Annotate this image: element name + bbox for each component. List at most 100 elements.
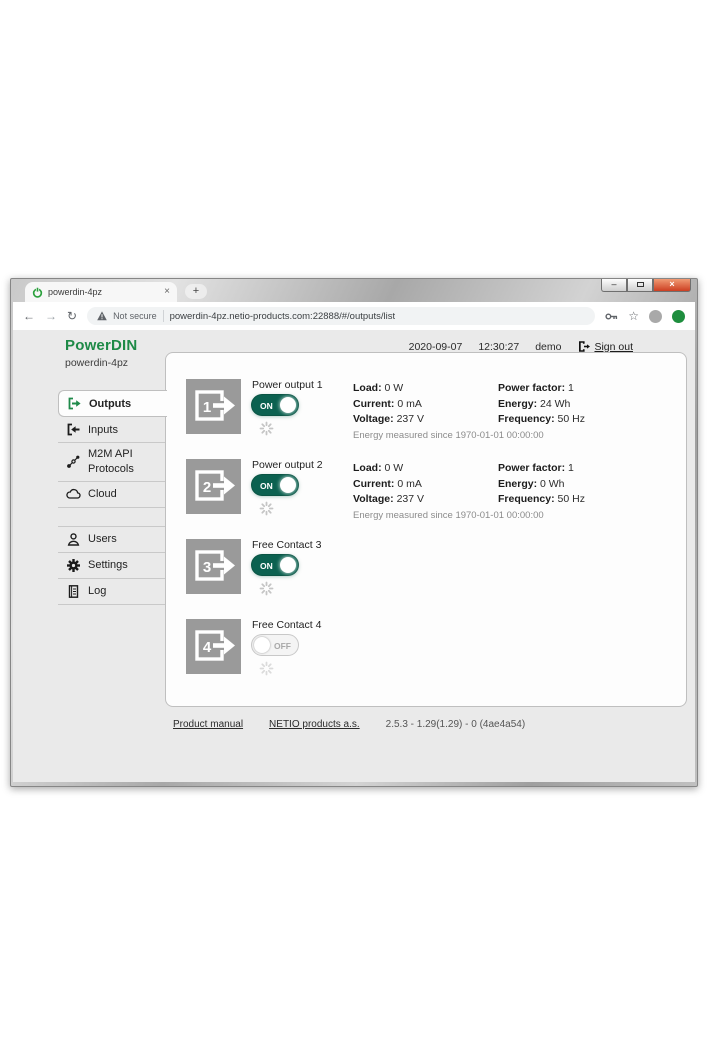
back-icon[interactable]: ← xyxy=(23,310,35,322)
outputs-panel: 1 Power output 1 ON xyxy=(165,352,687,707)
close-button[interactable]: × xyxy=(653,279,691,292)
svg-text:4: 4 xyxy=(203,639,212,656)
output-name: Power output 1 xyxy=(252,379,352,391)
output-2-toggle[interactable]: ON xyxy=(252,475,298,495)
stat-line: Load: 0 W xyxy=(353,461,424,477)
chrome-update-icon[interactable] xyxy=(672,310,685,323)
sidebar-item-log[interactable]: Log xyxy=(58,579,165,605)
cloud-icon xyxy=(65,487,81,502)
toggle-knob xyxy=(280,557,296,573)
page-content: PowerDIN powerdin-4pz 2020-09-07 12:30:2… xyxy=(13,330,695,782)
sidebar-item-label: Users xyxy=(88,533,117,545)
address-bar[interactable]: Not secure powerdin-4pz.netio-products.c… xyxy=(87,307,595,325)
netio-products-link[interactable]: NETIO products a.s. xyxy=(269,719,360,730)
sync-spinner-icon xyxy=(259,421,274,436)
device-name: powerdin-4pz xyxy=(65,357,137,369)
output-row: 4 Free Contact 4 OFF xyxy=(186,619,668,695)
output-controls: Free Contact 4 OFF xyxy=(252,619,352,681)
status-time: 12:30:27 xyxy=(478,341,519,353)
reload-icon[interactable]: ↻ xyxy=(67,310,77,322)
stat-line: Energy: 0 Wh xyxy=(498,477,585,493)
output-controls: Power output 1 ON xyxy=(252,379,352,441)
stat-line: Voltage: 237 V xyxy=(353,412,424,428)
sidebar-item-label: Log xyxy=(88,585,106,597)
output-name: Power output 2 xyxy=(252,459,352,471)
power-favicon-icon xyxy=(32,287,43,298)
stats-left: Load: 0 W Current: 0 mA Voltage: 237 V xyxy=(353,381,424,428)
toggle-state-label: ON xyxy=(260,561,273,571)
url-text: powerdin-4pz.netio-products.com:22888/#/… xyxy=(170,311,396,322)
forward-icon[interactable]: → xyxy=(45,310,57,322)
output-4-toggle[interactable]: OFF xyxy=(252,635,298,655)
output-1-toggle[interactable]: ON xyxy=(252,395,298,415)
m2m-nodes-icon xyxy=(65,454,81,469)
sidebar: Outputs Inputs xyxy=(58,390,165,605)
browser-tab[interactable]: powerdin-4pz × xyxy=(25,282,177,302)
stat-line: Current: 0 mA xyxy=(353,397,424,413)
energy-note: Energy measured since 1970-01-01 00:00:0… xyxy=(353,510,544,521)
stats-right: Power factor: 1 Energy: 24 Wh Frequency:… xyxy=(498,381,585,428)
sign-out-link[interactable]: Sign out xyxy=(594,341,633,353)
gear-icon xyxy=(65,558,81,573)
output-row: 2 Power output 2 ON xyxy=(186,459,668,535)
logged-user: demo xyxy=(535,341,561,353)
sidebar-item-cloud[interactable]: Cloud xyxy=(58,482,165,508)
browser-window: powerdin-4pz × + – × ← → ↻ Not secure po… xyxy=(10,278,698,787)
sidebar-item-outputs[interactable]: Outputs xyxy=(58,390,167,417)
minimize-button[interactable]: – xyxy=(601,279,627,292)
tab-close-icon[interactable]: × xyxy=(164,287,170,297)
not-secure-warning-icon xyxy=(97,311,107,321)
sidebar-item-inputs[interactable]: Inputs xyxy=(58,417,165,443)
stat-line: Load: 0 W xyxy=(353,381,424,397)
stat-line: Frequency: 50 Hz xyxy=(498,492,585,508)
browser-urlbar: ← → ↻ Not secure powerdin-4pz.netio-prod… xyxy=(13,302,695,330)
stat-line: Current: 0 mA xyxy=(353,477,424,493)
stat-line: Frequency: 50 Hz xyxy=(498,412,585,428)
output-controls: Free Contact 3 ON xyxy=(252,539,352,601)
browser-titlebar: powerdin-4pz × + – × xyxy=(13,279,695,302)
user-icon xyxy=(65,532,81,547)
svg-text:3: 3 xyxy=(203,559,211,576)
sidebar-item-label: Cloud xyxy=(88,488,117,500)
footer: Product manual NETIO products a.s. 2.5.3… xyxy=(173,719,525,730)
tab-title: powerdin-4pz xyxy=(48,287,159,297)
output-3-toggle[interactable]: ON xyxy=(252,555,298,575)
security-label: Not secure xyxy=(113,311,157,321)
energy-note: Energy measured since 1970-01-01 00:00:0… xyxy=(353,430,544,441)
sidebar-item-label: M2M API Protocols xyxy=(88,447,146,477)
toggle-knob xyxy=(254,637,270,653)
sync-spinner-icon xyxy=(259,661,274,676)
toggle-state-label: ON xyxy=(260,401,273,411)
output-row: 1 Power output 1 ON xyxy=(186,379,668,455)
svg-text:2: 2 xyxy=(203,479,211,496)
sidebar-separator xyxy=(58,508,165,527)
output-1-tile-icon: 1 xyxy=(186,379,241,434)
sidebar-item-label: Outputs xyxy=(89,398,131,410)
maximize-button[interactable] xyxy=(627,279,653,292)
stats-left: Load: 0 W Current: 0 mA Voltage: 237 V xyxy=(353,461,424,508)
window-controls: – × xyxy=(601,279,691,292)
output-2-tile-icon: 2 xyxy=(186,459,241,514)
toggle-knob xyxy=(280,477,296,493)
sidebar-item-m2m-api-protocols[interactable]: M2M API Protocols xyxy=(58,443,165,482)
sidebar-item-users[interactable]: Users xyxy=(58,527,165,553)
sync-spinner-icon xyxy=(259,581,274,596)
product-manual-link[interactable]: Product manual xyxy=(173,719,243,730)
sidebar-item-settings[interactable]: Settings xyxy=(58,553,165,579)
bookmark-star-icon[interactable]: ☆ xyxy=(628,309,639,323)
extension-icon[interactable] xyxy=(649,310,662,323)
toggle-state-label: OFF xyxy=(274,641,291,651)
new-tab-button[interactable]: + xyxy=(185,284,207,299)
stat-line: Power factor: 1 xyxy=(498,381,585,397)
output-3-tile-icon: 3 xyxy=(186,539,241,594)
input-arrow-icon xyxy=(65,422,81,437)
stats-right: Power factor: 1 Energy: 0 Wh Frequency: … xyxy=(498,461,585,508)
page-title: PowerDIN xyxy=(65,337,137,354)
output-row: 3 Free Contact 3 ON xyxy=(186,539,668,615)
sync-spinner-icon xyxy=(259,501,274,516)
firmware-version: 2.5.3 - 1.29(1.29) - 0 (4ae4a54) xyxy=(386,719,526,730)
toggle-state-label: ON xyxy=(260,481,273,491)
stat-line: Power factor: 1 xyxy=(498,461,585,477)
output-name: Free Contact 3 xyxy=(252,539,352,551)
key-icon[interactable] xyxy=(605,310,618,323)
